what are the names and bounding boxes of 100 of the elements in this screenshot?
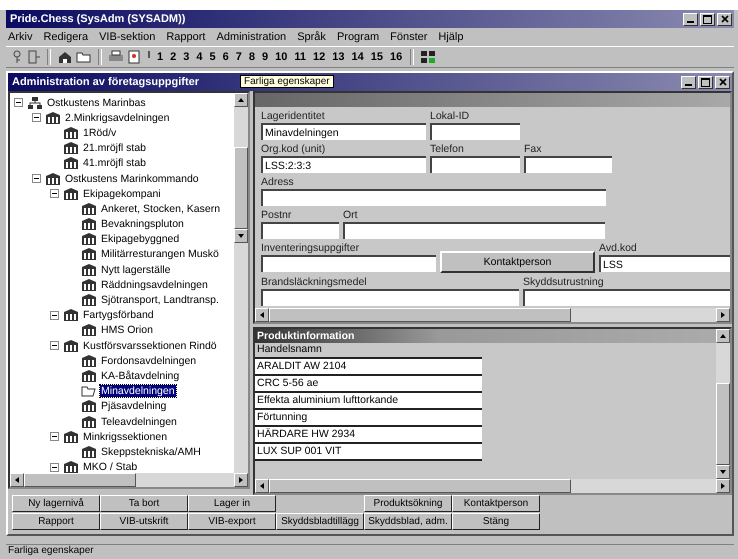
input-field[interactable] bbox=[261, 289, 519, 306]
input-field[interactable] bbox=[261, 255, 436, 272]
action-button[interactable]: Skyddsbladtillägg bbox=[276, 513, 364, 530]
collapse-toggle[interactable] bbox=[14, 98, 23, 108]
scroll-left-button[interactable] bbox=[255, 479, 269, 493]
menu-item[interactable]: Språk bbox=[297, 31, 326, 43]
action-button[interactable]: Ny lagernivå bbox=[12, 495, 100, 512]
horizontal-scrollbar[interactable] bbox=[255, 479, 730, 493]
scroll-down-button[interactable] bbox=[234, 229, 248, 243]
collapse-toggle[interactable] bbox=[50, 189, 59, 198]
tree-item[interactable]: Ekipagebyggned bbox=[100, 233, 180, 246]
scroll-left-button[interactable] bbox=[10, 473, 24, 487]
close-button[interactable] bbox=[717, 12, 732, 26]
action-button[interactable]: VIB-utskrift bbox=[100, 513, 188, 530]
collapse-toggle[interactable] bbox=[50, 341, 59, 350]
input-field[interactable] bbox=[430, 123, 520, 140]
scroll-up-button[interactable] bbox=[716, 329, 730, 343]
tree-item[interactable]: Ekipagekompani bbox=[82, 188, 162, 200]
tree-item[interactable]: Fartygsförband bbox=[82, 309, 155, 322]
input-field[interactable] bbox=[524, 156, 612, 173]
contact-person-button[interactable]: Kontaktperson bbox=[440, 251, 595, 273]
tree-item[interactable]: 2.Minkrigsavdelningen bbox=[64, 112, 170, 124]
tree-item[interactable]: KA-Båtavdelning bbox=[100, 370, 180, 382]
toolbar-number-button[interactable]: 16 bbox=[388, 51, 404, 63]
collapse-toggle[interactable] bbox=[50, 462, 59, 472]
input-field[interactable] bbox=[261, 189, 606, 206]
home-icon[interactable] bbox=[57, 50, 73, 64]
menu-item[interactable]: Arkiv bbox=[8, 31, 32, 43]
menu-item[interactable]: Rapport bbox=[166, 31, 206, 43]
scroll-right-button[interactable] bbox=[716, 308, 730, 322]
menu-item[interactable]: VIB-sektion bbox=[99, 31, 156, 43]
collapse-toggle[interactable] bbox=[32, 174, 41, 184]
menu-item[interactable]: Hjälp bbox=[438, 31, 464, 43]
toolbar-number-button[interactable]: 3 bbox=[181, 51, 192, 63]
tree-item[interactable]: Bevakningspluton bbox=[100, 218, 185, 230]
toolbar-number-button[interactable]: 7 bbox=[234, 51, 244, 63]
action-button[interactable]: Ta bort bbox=[100, 495, 188, 512]
menu-item[interactable]: Fönster bbox=[390, 31, 428, 43]
input-field[interactable]: Minavdelningen bbox=[261, 123, 426, 140]
input-field[interactable]: LSS bbox=[599, 255, 730, 272]
scroll-right-button[interactable] bbox=[716, 479, 730, 493]
scroll-thumb[interactable] bbox=[24, 473, 136, 487]
horizontal-scrollbar[interactable] bbox=[255, 308, 730, 322]
action-button[interactable]: Skyddsblad, adm. bbox=[364, 513, 452, 530]
toolbar-number-button[interactable]: 6 bbox=[220, 51, 231, 63]
grid-icon[interactable] bbox=[420, 50, 436, 64]
action-button[interactable]: Lager in bbox=[188, 495, 276, 512]
scroll-left-button[interactable] bbox=[255, 308, 269, 322]
tree-item[interactable]: Ostkustens Marinkommando bbox=[64, 172, 200, 185]
tree-item[interactable]: HMS Orion bbox=[100, 324, 154, 336]
folder-icon[interactable] bbox=[76, 50, 92, 64]
tree-item[interactable]: Skeppstekniska/AMH bbox=[100, 446, 202, 458]
vertical-scrollbar[interactable] bbox=[716, 329, 730, 479]
action-button[interactable]: Produktsökning bbox=[364, 495, 452, 512]
action-button[interactable]: Stäng bbox=[452, 513, 540, 530]
scroll-up-button[interactable] bbox=[234, 93, 248, 107]
action-button[interactable]: VIB-export bbox=[188, 513, 276, 530]
input-field[interactable] bbox=[261, 222, 339, 239]
minimize-button[interactable] bbox=[681, 76, 696, 88]
tree-item[interactable]: Räddningsavdelningen bbox=[100, 278, 209, 291]
tree-item[interactable]: Minavdelningen bbox=[100, 385, 176, 398]
tree-item[interactable]: Ostkustens Marinbas bbox=[46, 96, 147, 109]
scroll-thumb[interactable] bbox=[716, 383, 730, 465]
input-field[interactable] bbox=[430, 156, 520, 173]
tree-item[interactable]: 21.mröjfl stab bbox=[82, 142, 148, 154]
toolbar-number-button[interactable]: 11 bbox=[292, 51, 308, 63]
tree-item[interactable]: Ankeret, Stocken, Kasern bbox=[100, 202, 222, 215]
tree-item[interactable]: MKO / Stab bbox=[82, 461, 138, 473]
action-button[interactable]: Rapport bbox=[12, 513, 100, 530]
toolbar-number-button[interactable]: 9 bbox=[260, 51, 270, 63]
toolbar-number-button[interactable]: 10 bbox=[273, 51, 290, 63]
restore-button[interactable] bbox=[700, 12, 715, 26]
collapse-toggle[interactable] bbox=[32, 113, 41, 122]
toolbar-number-button[interactable]: 14 bbox=[350, 51, 366, 63]
collapse-toggle[interactable] bbox=[50, 310, 59, 320]
menu-item[interactable]: Redigera bbox=[43, 31, 88, 43]
tree-item[interactable]: Pjäsavdelning bbox=[100, 400, 168, 412]
toolbar-number-button[interactable]: 8 bbox=[246, 51, 257, 63]
tree-item[interactable]: Fordonsavdelningen bbox=[100, 354, 198, 367]
close-button[interactable] bbox=[715, 76, 730, 88]
toolbar-number-button[interactable]: 15 bbox=[368, 51, 386, 63]
minimize-button[interactable] bbox=[683, 12, 698, 26]
tree-item[interactable]: Sjötransport, Landtransp. bbox=[100, 294, 220, 306]
input-field[interactable] bbox=[343, 222, 605, 239]
exit-door-icon[interactable] bbox=[27, 50, 41, 64]
tree-item[interactable]: 41.mröjfl stab bbox=[82, 157, 148, 170]
toolbar-number-button[interactable]: 1 bbox=[155, 51, 166, 63]
input-field[interactable] bbox=[523, 289, 730, 306]
tree-item[interactable]: Kustförsvarssektionen Rindö bbox=[82, 340, 218, 352]
input-field[interactable]: LSS:2:3:3 bbox=[261, 156, 426, 173]
menu-item[interactable]: Administration bbox=[216, 31, 286, 43]
toolbar-number-button[interactable]: 13 bbox=[330, 51, 347, 63]
scroll-down-button[interactable] bbox=[716, 465, 730, 479]
horizontal-scrollbar[interactable] bbox=[10, 473, 248, 487]
menu-item[interactable]: Program bbox=[336, 31, 380, 43]
toolbar-number-button[interactable]: 5 bbox=[208, 51, 218, 63]
toolbar-number-button[interactable]: 4 bbox=[194, 51, 204, 63]
tree-item[interactable]: Militärresturangen Muskö bbox=[100, 248, 220, 260]
scroll-right-button[interactable] bbox=[234, 473, 248, 487]
vertical-scrollbar[interactable] bbox=[234, 93, 248, 473]
